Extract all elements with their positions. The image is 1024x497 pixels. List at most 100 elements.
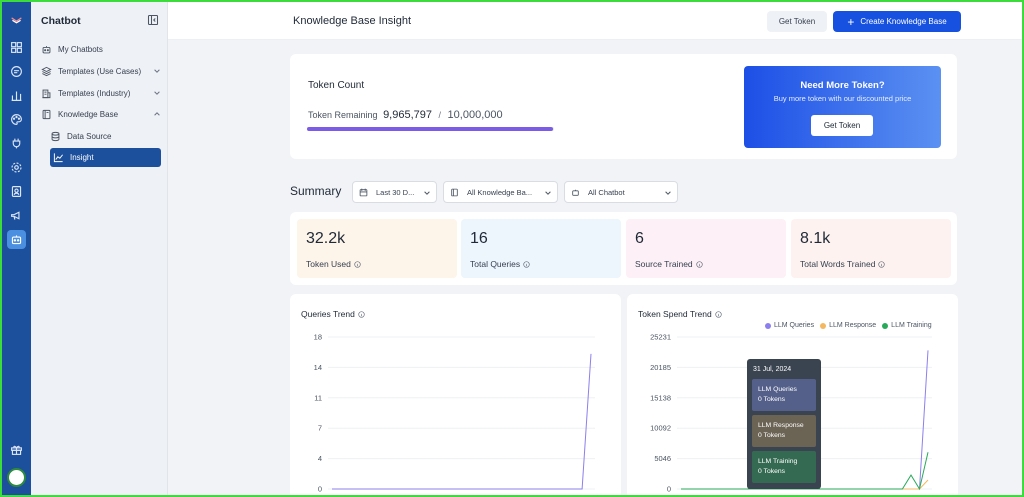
sidebar-item-insight[interactable]: Insight (50, 148, 161, 167)
token-remaining: Token Remaining 9,965,797 / 10,000,000 (308, 109, 503, 121)
queries-trend-card: 18 14 11 7 4 0 Queries Trend (290, 294, 621, 497)
stat-value: 6 (635, 230, 644, 247)
plus-icon: + (847, 14, 855, 29)
info-icon[interactable] (696, 261, 703, 268)
y-tick-label: 18 (314, 333, 322, 342)
date-range-select[interactable]: Last 30 D... (352, 181, 437, 203)
book-icon (451, 188, 458, 196)
token-progress-bar (307, 127, 554, 131)
y-tick-label: 15138 (650, 393, 671, 402)
sidebar-item-my-chatbots[interactable]: My Chatbots (41, 40, 161, 58)
stat-token-used: 32.2k Token Used (297, 219, 457, 278)
token-progress-fill (307, 127, 554, 131)
stat-total-queries: 16 Total Queries (461, 219, 621, 278)
create-knowledge-base-button[interactable]: + Create Knowledge Base (833, 11, 961, 32)
layers-icon (41, 66, 52, 76)
stat-label: Total Words Trained (800, 259, 876, 269)
legend-label: LLM Training (891, 322, 932, 329)
need-more-token-banner: Need More Token? Buy more token with our… (744, 66, 941, 148)
stat-value: 8.1k (800, 230, 831, 247)
token-total-value: 10,000,000 (447, 109, 503, 121)
chart-title: Token Spend Trend (638, 309, 712, 319)
sidebar-item-templates-industry[interactable]: Templates (Industry) (41, 84, 161, 102)
tooltip-label: LLM Response (758, 422, 804, 429)
sidebar-item-data-source[interactable]: Data Source (50, 127, 160, 145)
queries-trend-title: Queries Trend (301, 309, 365, 319)
page-title: Knowledge Base Insight (293, 15, 412, 27)
legend-item-llm-training[interactable]: LLM Training (882, 322, 932, 329)
book-icon (42, 109, 51, 119)
legend-item-llm-response[interactable]: LLM Response (820, 322, 876, 329)
megaphone-icon[interactable] (7, 206, 26, 225)
stat-value: 32.2k (306, 230, 346, 247)
y-tick-label: 11 (314, 393, 322, 402)
settings-icon[interactable] (7, 158, 26, 177)
stat-total-words-trained: 8.1k Total Words Trained (791, 219, 951, 278)
legend-dot (882, 322, 889, 329)
tooltip-date: 31 Jul, 2024 (753, 366, 792, 373)
stat-value: 16 (470, 230, 488, 247)
bot-icon[interactable] (7, 230, 26, 249)
chat-icon[interactable] (7, 62, 26, 81)
promo-subtitle: Buy more token with our discounted price (773, 94, 912, 103)
y-tick-label: 5046 (654, 454, 671, 463)
gift-icon[interactable] (7, 440, 26, 459)
chevron-down-icon (424, 191, 430, 195)
chart-title: Queries Trend (301, 309, 355, 319)
token-remaining-value: 9,965,797 (383, 109, 432, 121)
tooltip-value: 0 Tokens (758, 468, 786, 475)
tooltip-llm-queries: LLM Queries 0 Tokens (752, 379, 816, 411)
get-token-button[interactable]: Get Token (767, 11, 827, 32)
y-tick-label: 20185 (650, 363, 671, 372)
info-icon[interactable] (523, 261, 530, 268)
bar-chart-icon[interactable] (7, 86, 26, 105)
logo-icon[interactable] (7, 10, 26, 29)
plug-icon[interactable] (7, 134, 26, 153)
info-icon[interactable] (354, 261, 361, 268)
sidebar-item-label: Templates (Industry) (58, 88, 131, 98)
trend-icon (53, 153, 64, 163)
token-spend-trend-title: Token Spend Trend (638, 309, 722, 319)
y-tick-label: 7 (318, 424, 322, 433)
chatbot-select[interactable]: All Chatbot (564, 181, 678, 203)
sidebar-title: Chatbot (41, 15, 81, 27)
tooltip-llm-training: LLM Training 0 Tokens (752, 451, 816, 483)
knowledge-base-select[interactable]: All Knowledge Ba... (443, 181, 558, 203)
sidebar: Chatbot My Chatbots Templates (Use Cases… (31, 2, 168, 495)
summary-stats: 32.2k Token Used 16 Total Queries 6 Sour… (290, 212, 957, 285)
stat-source-trained: 6 Source Trained (626, 219, 786, 278)
token-separator: / (438, 110, 442, 120)
avatar[interactable] (7, 468, 26, 487)
y-tick-label: 14 (314, 363, 322, 372)
chart-legend: LLM Queries LLM Response LLM Training (765, 322, 938, 329)
palette-icon[interactable] (7, 110, 26, 129)
stat-label: Total Queries (470, 259, 521, 269)
calendar-icon (359, 188, 368, 196)
sidebar-item-knowledge-base[interactable]: Knowledge Base (41, 105, 161, 123)
info-icon[interactable] (878, 261, 886, 268)
chevron-down-icon (545, 191, 551, 195)
promo-get-token-button[interactable]: Get Token (811, 115, 873, 136)
stat-label: Source Trained (635, 259, 693, 269)
knowledge-base-value: All Knowledge Ba... (467, 187, 533, 197)
token-remaining-label: Token Remaining (308, 110, 378, 120)
legend-item-llm-queries[interactable]: LLM Queries (765, 322, 814, 329)
info-icon[interactable] (715, 311, 722, 318)
legend-label: LLM Queries (774, 322, 815, 329)
collapse-sidebar-icon[interactable] (147, 14, 159, 26)
token-count-title: Token Count (308, 80, 365, 91)
tooltip-label: LLM Training (758, 458, 798, 465)
stat-label: Token Used (306, 259, 351, 269)
tooltip-label: LLM Queries (758, 386, 797, 393)
sidebar-item-templates-use-cases[interactable]: Templates (Use Cases) (41, 62, 161, 80)
chevron-up-icon (154, 112, 160, 116)
legend-dot (820, 322, 827, 329)
chevron-down-icon (154, 91, 160, 95)
info-icon[interactable] (358, 311, 365, 318)
dashboard-icon[interactable] (7, 38, 26, 57)
legend-label: LLM Response (829, 322, 877, 329)
contacts-icon[interactable] (7, 182, 26, 201)
sidebar-item-label: Knowledge Base (58, 109, 119, 119)
bot-icon (42, 45, 51, 53)
chart-tooltip: 31 Jul, 2024 LLM Queries 0 Tokens LLM Re… (747, 359, 821, 489)
